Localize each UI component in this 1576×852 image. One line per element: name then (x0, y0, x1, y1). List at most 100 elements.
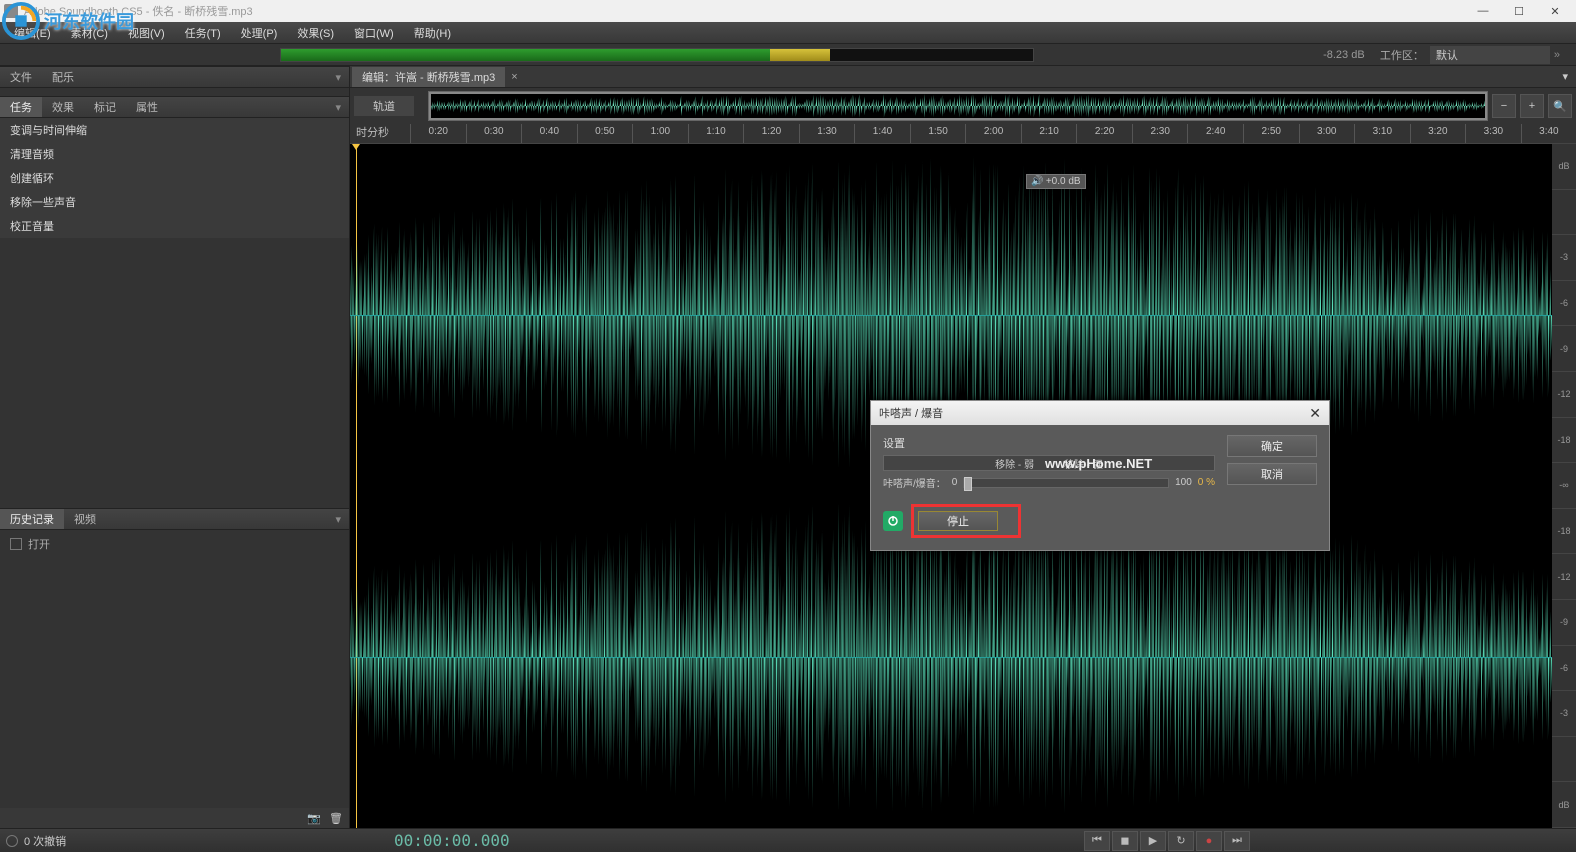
ruler-tick: 2:10 (1021, 124, 1077, 143)
tab-effects[interactable]: 效果 (42, 97, 84, 117)
task-clean-audio[interactable]: 清理音频 (0, 142, 349, 166)
menu-effects[interactable]: 效果(S) (287, 23, 344, 43)
panel-tasks-header: 任务 效果 标记 属性 ▾ (0, 96, 349, 118)
workspace-label: 工作区： (1374, 47, 1430, 63)
ruler-tick: 2:20 (1076, 124, 1132, 143)
dialog-range-min: 0 (952, 477, 958, 488)
transport-controls: ⏮ ◼ ▶ ↻ ● ⏭ (1084, 831, 1570, 851)
ruler-tick: 3:10 (1354, 124, 1410, 143)
ruler-tick: 3:30 (1465, 124, 1521, 143)
db-scale-value: -3 (1552, 235, 1576, 281)
undo-count-icon (6, 835, 18, 847)
editor-tab-menu-icon[interactable]: ▾ (1554, 70, 1576, 83)
db-scale-value: -18 (1552, 418, 1576, 464)
ruler-tick: 1:40 (854, 124, 910, 143)
dialog-clickpop-slider[interactable] (963, 478, 1169, 488)
panel-tasks-menu-icon[interactable]: ▾ (327, 101, 349, 114)
ruler-tick: 3:20 (1410, 124, 1466, 143)
ruler-tick: 0:30 (466, 124, 522, 143)
zoom-in-horizontal-button[interactable]: + (1520, 94, 1544, 118)
panel-history-menu-icon[interactable]: ▾ (327, 513, 349, 526)
dialog-titlebar[interactable]: 咔嗒声 / 爆音 ✕ (871, 401, 1329, 425)
window-maximize-button[interactable]: ☐ (1502, 1, 1536, 21)
db-scale-value: -12 (1552, 554, 1576, 600)
db-scale-value: -12 (1552, 372, 1576, 418)
dialog-settings-label: 设置 (883, 435, 1215, 451)
db-scale-value: -6 (1552, 281, 1576, 327)
dialog-stop-button[interactable]: 停止 (918, 511, 998, 531)
ruler-tick: 0:20 (410, 124, 466, 143)
dialog-stop-highlight: 停止 (911, 504, 1021, 538)
site-logo-icon (2, 2, 40, 40)
db-scale-value: -6 (1552, 646, 1576, 692)
tab-history[interactable]: 历史记录 (0, 509, 64, 529)
level-db-readout: -8.23 dB (1314, 49, 1374, 61)
transport-play-button[interactable]: ▶ (1140, 831, 1166, 851)
task-remove-sound[interactable]: 移除一些声音 (0, 190, 349, 214)
navigator-view-box[interactable] (429, 92, 1487, 120)
volume-db-value: +0.0 dB (1046, 176, 1081, 187)
db-scale-value: dB (1552, 144, 1576, 190)
tab-markers[interactable]: 标记 (84, 97, 126, 117)
task-create-loop[interactable]: 创建循环 (0, 166, 349, 190)
menu-tasks[interactable]: 任务(T) (175, 23, 231, 43)
dialog-close-icon[interactable]: ✕ (1309, 405, 1321, 422)
panel-file-menu-icon[interactable]: ▾ (327, 71, 349, 84)
dialog-clickpop-label: 咔嗒声/爆音： (883, 475, 946, 490)
db-scale-value: -∞ (1552, 463, 1576, 509)
phome-watermark: www.pHome.NET (1045, 456, 1152, 471)
timecode-display[interactable]: 00:00:00.000 (354, 831, 510, 850)
menu-process[interactable]: 处理(P) (231, 23, 288, 43)
window-titlebar: Adobe Soundbooth CS5 - 佚名 - 断桥残雪.mp3 — ☐… (0, 0, 1576, 22)
db-scale-strip: dB-3-6-9-12-18-∞-18-12-9-6-3dB (1552, 144, 1576, 828)
transport-record-button[interactable]: ● (1196, 831, 1222, 851)
transport-prev-button[interactable]: ⏮ (1084, 831, 1110, 851)
history-list: 打开 (0, 530, 349, 808)
transport-next-button[interactable]: ⏭ (1224, 831, 1250, 851)
workspace-select[interactable]: 默认 (1430, 46, 1550, 64)
panel-history-header: 历史记录 视频 ▾ (0, 508, 349, 530)
menu-window[interactable]: 窗口(W) (344, 23, 404, 43)
time-ruler[interactable]: 时分秒 0:200:300:400:501:001:101:201:301:40… (350, 124, 1576, 144)
window-minimize-button[interactable]: — (1466, 1, 1500, 21)
workspace-menu-arrow[interactable]: » (1550, 49, 1576, 61)
tab-video[interactable]: 视频 (64, 509, 106, 529)
history-item-open[interactable]: 打开 (4, 534, 345, 554)
trash-icon[interactable]: 🗑 (329, 812, 343, 825)
zoom-out-horizontal-button[interactable]: − (1492, 94, 1516, 118)
task-pitch-time[interactable]: 变调与时间伸缩 (0, 118, 349, 142)
history-item-label: 打开 (28, 536, 50, 552)
camera-icon[interactable]: 📷 (307, 812, 321, 825)
level-meter (280, 48, 1034, 62)
ruler-tick: 2:40 (1187, 124, 1243, 143)
editor-tab-close-icon[interactable]: × (507, 71, 521, 83)
task-correct-volume[interactable]: 校正音量 (0, 214, 349, 238)
transport-stop-button[interactable]: ◼ (1112, 831, 1138, 851)
panel-file-header: 文件 配乐 ▾ (0, 66, 349, 88)
dialog-percent-value[interactable]: 0 % (1198, 477, 1215, 488)
tab-file[interactable]: 文件 (0, 67, 42, 87)
undo-count-label: 0 次撤销 (24, 833, 66, 849)
dialog-range-max: 100 (1175, 477, 1192, 488)
slider-thumb[interactable] (964, 477, 972, 491)
editor-tab[interactable]: 编辑：许嵩 - 断桥残雪.mp3 (352, 67, 505, 87)
menu-help[interactable]: 帮助(H) (404, 23, 461, 43)
db-scale-value: -9 (1552, 600, 1576, 646)
search-icon[interactable]: 🔍 (1548, 94, 1572, 118)
ruler-tick: 1:10 (688, 124, 744, 143)
tab-score[interactable]: 配乐 (42, 67, 84, 87)
tab-properties[interactable]: 属性 (126, 97, 168, 117)
track-label[interactable]: 轨道 (354, 96, 414, 116)
navigator-minimap[interactable] (428, 91, 1488, 121)
db-scale-value: -9 (1552, 326, 1576, 372)
dialog-ok-button[interactable]: 确定 (1227, 435, 1317, 457)
db-scale-value: dB (1552, 782, 1576, 828)
volume-badge[interactable]: 🔊 +0.0 dB (1026, 174, 1085, 189)
menu-bar: 编辑(E) 素材(C) 视图(V) 任务(T) 处理(P) 效果(S) 窗口(W… (0, 22, 1576, 44)
tab-tasks[interactable]: 任务 (0, 97, 42, 117)
dialog-power-toggle[interactable] (883, 511, 903, 531)
ruler-tick: 3:00 (1299, 124, 1355, 143)
transport-loop-button[interactable]: ↻ (1168, 831, 1194, 851)
dialog-cancel-button[interactable]: 取消 (1227, 463, 1317, 485)
window-close-button[interactable]: ✕ (1538, 1, 1572, 21)
